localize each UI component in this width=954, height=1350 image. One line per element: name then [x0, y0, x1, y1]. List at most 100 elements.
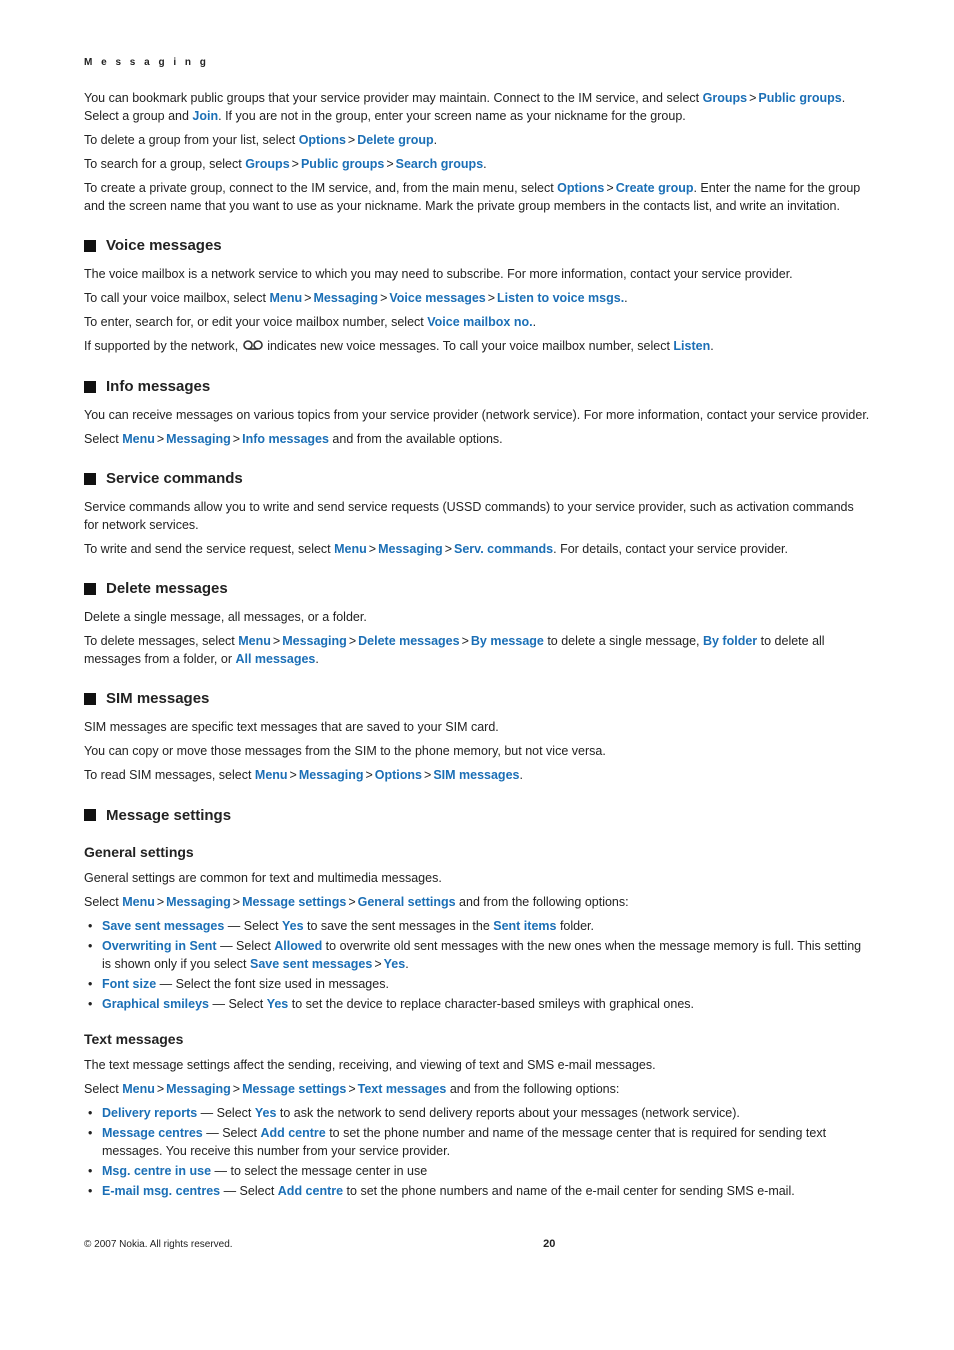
option-email-msg-centres: E-mail msg. centres: [102, 1184, 220, 1198]
list-item: Font size — Select the font size used in…: [84, 975, 870, 993]
body-text: Select Menu>Messaging>Info messages and …: [84, 430, 870, 448]
body-text: To delete messages, select Menu>Messagin…: [84, 632, 870, 668]
body-text: You can bookmark public groups that your…: [84, 89, 870, 125]
option-save-sent-messages: Save sent messages: [250, 957, 372, 971]
folder-sent-items: Sent items: [493, 919, 556, 933]
option-save-sent-messages: Save sent messages: [102, 919, 224, 933]
link-info-messages[interactable]: Info messages: [242, 432, 329, 446]
copyright-text: © 2007 Nokia. All rights reserved.: [84, 1239, 233, 1250]
list-item: Message centres — Select Add centre to s…: [84, 1124, 870, 1160]
body-text: The voice mailbox is a network service t…: [84, 265, 870, 283]
link-sim-messages[interactable]: SIM messages: [433, 768, 519, 782]
option-font-size: Font size: [102, 977, 156, 991]
link-options[interactable]: Options: [375, 768, 422, 782]
link-public-groups[interactable]: Public groups: [758, 91, 841, 105]
link-messaging[interactable]: Messaging: [166, 895, 231, 909]
link-voice-mailbox-no[interactable]: Voice mailbox no.: [427, 315, 532, 329]
subheading-text-messages: Text messages: [84, 1029, 870, 1049]
list-item: Save sent messages — Select Yes to save …: [84, 917, 870, 935]
option-msg-centre-in-use: Msg. centre in use: [102, 1164, 211, 1178]
list-item: Msg. centre in use — to select the messa…: [84, 1162, 870, 1180]
option-overwriting-in-sent: Overwriting in Sent: [102, 939, 217, 953]
link-messaging[interactable]: Messaging: [166, 432, 231, 446]
body-text: To write and send the service request, s…: [84, 540, 870, 558]
link-join[interactable]: Join: [192, 109, 218, 123]
page-number: 20: [235, 1237, 555, 1253]
link-groups[interactable]: Groups: [245, 157, 289, 171]
list-item: Overwriting in Sent — Select Allowed to …: [84, 937, 870, 973]
heading-sim-messages: SIM messages: [84, 688, 870, 710]
link-listen-to-voice-msgs[interactable]: Listen to voice msgs.: [497, 291, 624, 305]
link-menu[interactable]: Menu: [270, 291, 303, 305]
body-text: Service commands allow you to write and …: [84, 498, 870, 534]
body-text: General settings are common for text and…: [84, 869, 870, 887]
link-all-messages[interactable]: All messages: [235, 652, 315, 666]
link-menu[interactable]: Menu: [122, 432, 155, 446]
body-text: If supported by the network, indicates n…: [84, 337, 870, 356]
link-menu[interactable]: Menu: [122, 1082, 155, 1096]
link-message-settings[interactable]: Message settings: [242, 895, 346, 909]
link-voice-messages[interactable]: Voice messages: [389, 291, 485, 305]
link-menu[interactable]: Menu: [238, 634, 271, 648]
body-text: The text message settings affect the sen…: [84, 1056, 870, 1074]
link-message-settings[interactable]: Message settings: [242, 1082, 346, 1096]
link-public-groups[interactable]: Public groups: [301, 157, 384, 171]
link-menu[interactable]: Menu: [255, 768, 288, 782]
link-messaging[interactable]: Messaging: [282, 634, 347, 648]
link-messaging[interactable]: Messaging: [299, 768, 364, 782]
page-footer: © 2007 Nokia. All rights reserved. 20: [84, 1237, 870, 1253]
link-listen[interactable]: Listen: [673, 339, 710, 353]
body-text: Select Menu>Messaging>Message settings>T…: [84, 1080, 870, 1098]
link-general-settings[interactable]: General settings: [358, 895, 456, 909]
value-yes: Yes: [282, 919, 304, 933]
option-graphical-smileys: Graphical smileys: [102, 997, 209, 1011]
general-settings-list: Save sent messages — Select Yes to save …: [84, 917, 870, 1014]
body-text: Delete a single message, all messages, o…: [84, 608, 870, 626]
link-add-centre: Add centre: [260, 1126, 325, 1140]
body-text: To enter, search for, or edit your voice…: [84, 313, 870, 331]
body-text: To search for a group, select Groups>Pub…: [84, 155, 870, 173]
option-delivery-reports: Delivery reports: [102, 1106, 197, 1120]
body-text: SIM messages are specific text messages …: [84, 718, 870, 736]
value-yes: Yes: [384, 957, 406, 971]
heading-voice-messages: Voice messages: [84, 235, 870, 257]
heading-message-settings: Message settings: [84, 805, 870, 827]
voicemail-icon: [243, 338, 263, 356]
heading-delete-messages: Delete messages: [84, 578, 870, 600]
link-options[interactable]: Options: [557, 181, 604, 195]
body-text: Select Menu>Messaging>Message settings>G…: [84, 893, 870, 911]
link-messaging[interactable]: Messaging: [378, 542, 443, 556]
link-menu[interactable]: Menu: [122, 895, 155, 909]
link-by-folder[interactable]: By folder: [703, 634, 757, 648]
section-header: M e s s a g i n g: [84, 56, 870, 71]
link-add-centre: Add centre: [278, 1184, 343, 1198]
link-options[interactable]: Options: [299, 133, 346, 147]
option-message-centres: Message centres: [102, 1126, 203, 1140]
body-text: You can receive messages on various topi…: [84, 406, 870, 424]
link-create-group[interactable]: Create group: [616, 181, 694, 195]
link-by-message[interactable]: By message: [471, 634, 544, 648]
body-text: To read SIM messages, select Menu>Messag…: [84, 766, 870, 784]
link-messaging[interactable]: Messaging: [166, 1082, 231, 1096]
body-text: To delete a group from your list, select…: [84, 131, 870, 149]
list-item: Delivery reports — Select Yes to ask the…: [84, 1104, 870, 1122]
heading-info-messages: Info messages: [84, 376, 870, 398]
body-text: To create a private group, connect to th…: [84, 179, 870, 215]
link-search-groups[interactable]: Search groups: [396, 157, 484, 171]
link-menu[interactable]: Menu: [334, 542, 367, 556]
link-delete-group[interactable]: Delete group: [357, 133, 433, 147]
subheading-general-settings: General settings: [84, 842, 870, 862]
link-messaging[interactable]: Messaging: [313, 291, 378, 305]
value-yes: Yes: [255, 1106, 277, 1120]
heading-service-commands: Service commands: [84, 468, 870, 490]
value-yes: Yes: [267, 997, 289, 1011]
value-allowed: Allowed: [274, 939, 322, 953]
link-delete-messages[interactable]: Delete messages: [358, 634, 459, 648]
text-messages-list: Delivery reports — Select Yes to ask the…: [84, 1104, 870, 1201]
body-text: To call your voice mailbox, select Menu>…: [84, 289, 870, 307]
list-item: Graphical smileys — Select Yes to set th…: [84, 995, 870, 1013]
link-serv-commands[interactable]: Serv. commands: [454, 542, 553, 556]
list-item: E-mail msg. centres — Select Add centre …: [84, 1182, 870, 1200]
link-groups[interactable]: Groups: [703, 91, 747, 105]
link-text-messages[interactable]: Text messages: [358, 1082, 447, 1096]
